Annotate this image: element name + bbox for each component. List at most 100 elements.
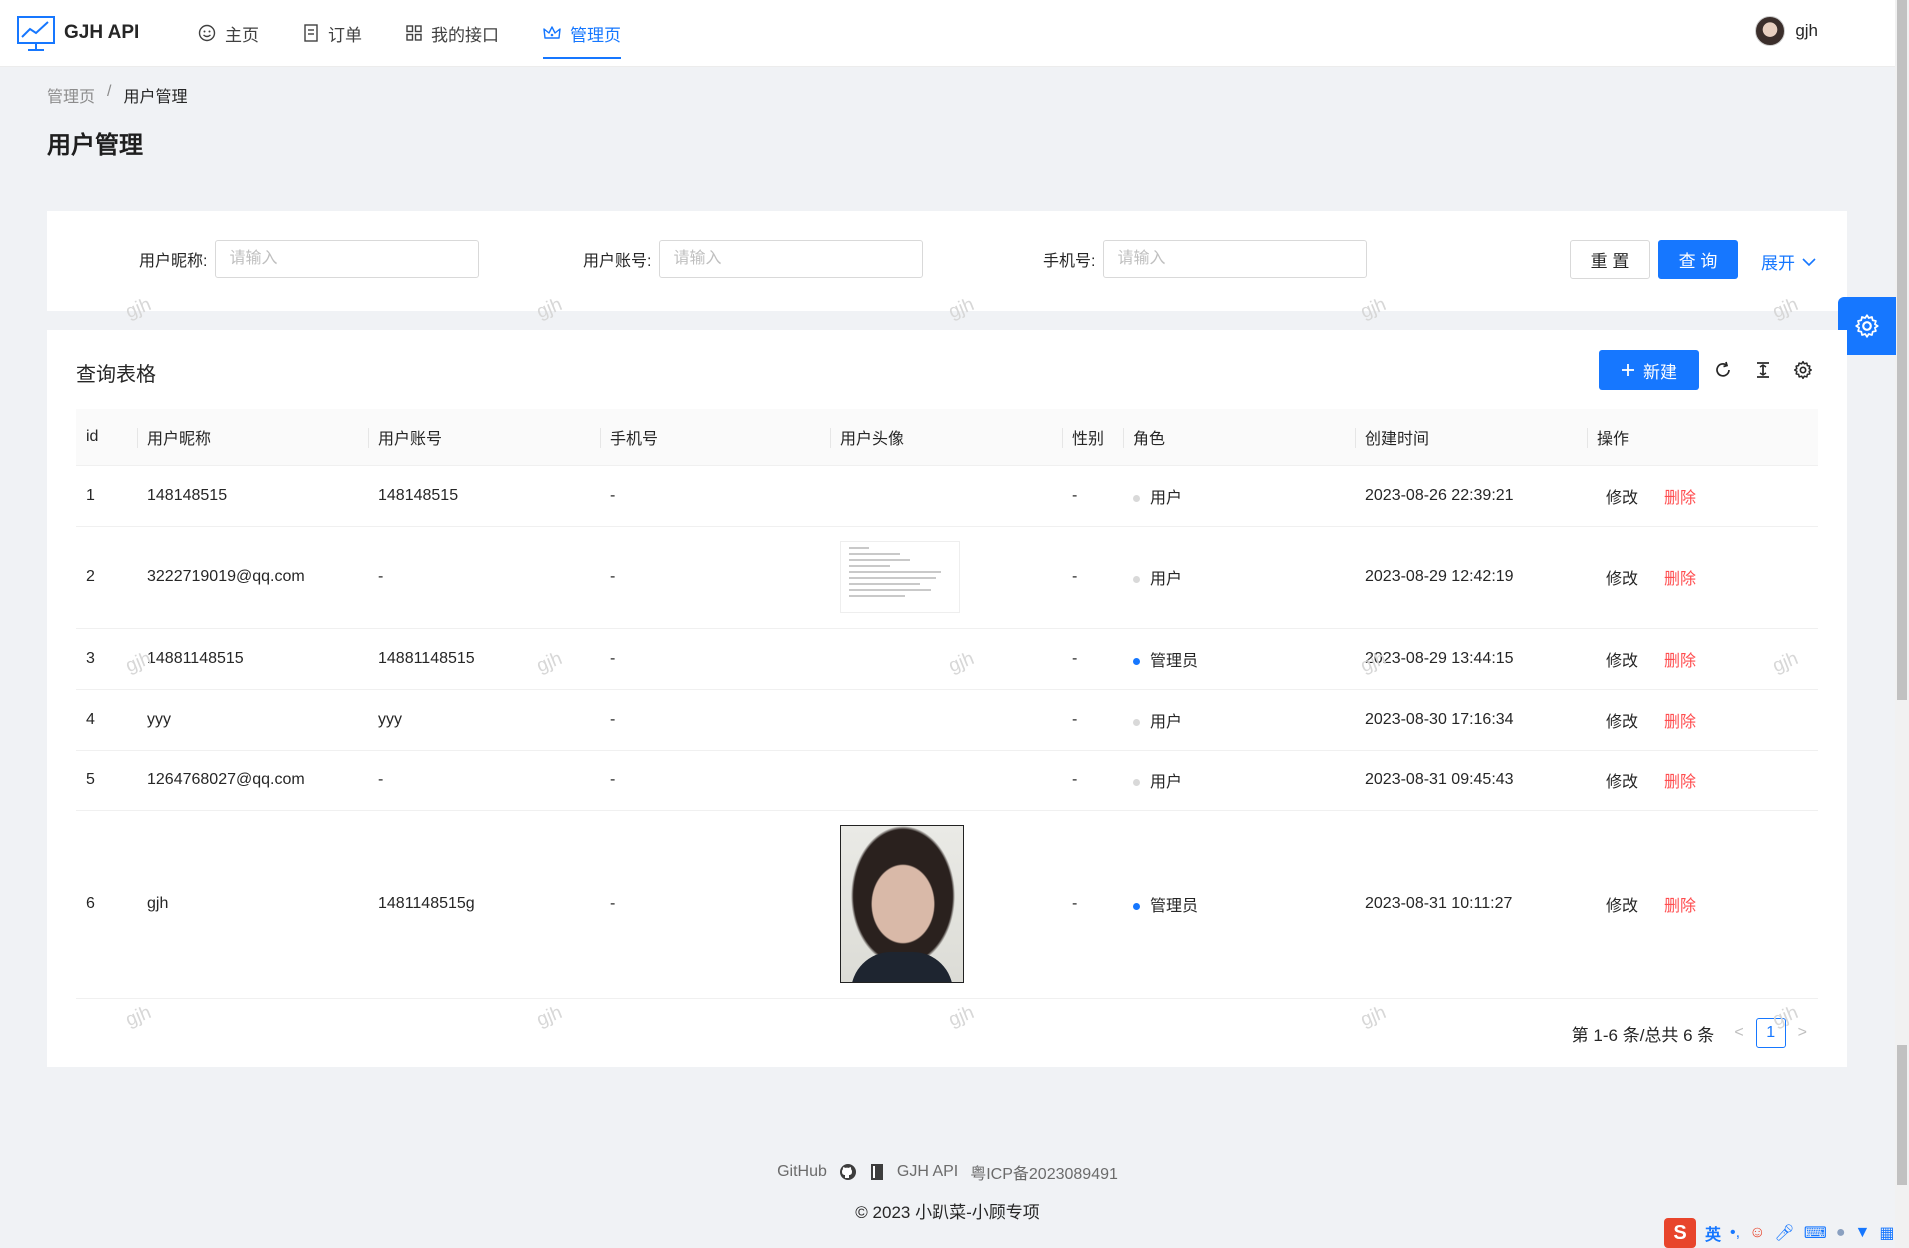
microphone-icon[interactable]: 🎤︎ — [1774, 1223, 1794, 1243]
scrollbar-thumb[interactable] — [1897, 0, 1907, 700]
cell-role: 用户 — [1123, 526, 1355, 629]
nickname-input[interactable] — [215, 240, 480, 278]
cell-id: 2 — [76, 526, 137, 629]
role-dot — [1133, 494, 1140, 502]
pagination: 第 1-6 条/总共 6 条 < 1 > — [1572, 1018, 1807, 1048]
cell-account: 14881148515 — [368, 628, 600, 690]
column-height-icon[interactable] — [1751, 358, 1775, 382]
cell-actions: 修改 删除 — [1587, 689, 1818, 751]
edit-link[interactable]: 修改 — [1606, 898, 1638, 915]
prev-page-icon[interactable]: < — [1734, 1024, 1743, 1042]
toolbox-icon[interactable]: ▦ — [1879, 1223, 1894, 1243]
emoji-icon[interactable]: ☺ — [1749, 1224, 1765, 1242]
col-created[interactable]: 创建时间 — [1355, 409, 1587, 466]
breadcrumb-admin[interactable]: 管理页 — [47, 83, 95, 107]
account-label: 用户账号: — [583, 253, 652, 270]
copyright-icon: © — [855, 1203, 868, 1222]
breadcrumb: 管理页 / 用户管理 — [47, 83, 187, 107]
expand-toggle[interactable]: 展开 — [1761, 249, 1817, 274]
footer-github-link[interactable]: GitHub — [777, 1163, 827, 1181]
edit-link[interactable]: 修改 — [1606, 571, 1638, 588]
expand-label: 展开 — [1761, 254, 1795, 273]
nav-admin[interactable]: 管理页 — [521, 0, 643, 67]
col-role[interactable]: 角色 — [1123, 409, 1355, 466]
sogou-logo-icon[interactable]: S — [1664, 1218, 1696, 1248]
avatar-portrait-photo[interactable] — [840, 825, 964, 983]
nav-orders[interactable]: 订单 — [281, 0, 384, 67]
cell-avatar — [830, 526, 1062, 629]
user-tool-icon[interactable]: ● — [1836, 1224, 1846, 1242]
query-button[interactable]: 查 询 — [1658, 240, 1738, 279]
nav-admin-label: 管理页 — [570, 25, 621, 45]
nav-home[interactable]: 主页 — [176, 0, 281, 67]
col-gender[interactable]: 性别 — [1062, 409, 1123, 466]
keyboard-icon[interactable]: ⌨ — [1804, 1223, 1827, 1243]
delete-link[interactable]: 删除 — [1664, 714, 1696, 731]
new-button[interactable]: 新建 — [1599, 350, 1699, 390]
edit-link[interactable]: 修改 — [1606, 774, 1638, 791]
cell-nickname: gjh — [137, 810, 368, 999]
cell-actions: 修改 删除 — [1587, 526, 1818, 629]
document-icon — [303, 24, 319, 42]
cell-id: 4 — [76, 689, 137, 751]
role-dot — [1133, 718, 1140, 726]
edit-link[interactable]: 修改 — [1606, 714, 1638, 731]
cell-gender: - — [1062, 526, 1123, 629]
cell-account: - — [368, 750, 600, 811]
nav-orders-label: 订单 — [328, 25, 362, 45]
edit-link[interactable]: 修改 — [1606, 653, 1638, 670]
next-page-icon[interactable]: > — [1798, 1024, 1807, 1042]
ime-mode[interactable]: 英 — [1705, 1221, 1721, 1245]
footer-icp-link[interactable]: 粤ICP备2023089491 — [970, 1160, 1118, 1184]
edit-link[interactable]: 修改 — [1606, 490, 1638, 507]
phone-input[interactable] — [1103, 240, 1368, 278]
delete-link[interactable]: 删除 — [1664, 774, 1696, 791]
table-settings-icon[interactable] — [1791, 358, 1815, 382]
col-account[interactable]: 用户账号 — [368, 409, 600, 466]
user-menu[interactable]: gjh — [1755, 16, 1818, 46]
nickname-field: 用户昵称: — [139, 240, 480, 278]
table-row: 4 yyy yyy - - 用户 2023-08-30 17:16:34 修改 删… — [76, 689, 1818, 751]
cell-account: - — [368, 526, 600, 629]
col-phone[interactable]: 手机号 — [600, 409, 830, 466]
page-scrollbar[interactable] — [1895, 0, 1909, 1248]
cell-id: 6 — [76, 810, 137, 999]
cell-role: 用户 — [1123, 750, 1355, 811]
account-input[interactable] — [659, 240, 924, 278]
avatar-document-thumbnail[interactable] — [840, 541, 960, 613]
cell-created: 2023-08-31 10:11:27 — [1355, 810, 1587, 999]
nav-my-apis[interactable]: 我的接口 — [384, 0, 521, 67]
cell-account: 148148515 — [368, 465, 600, 527]
table-row: 3 14881148515 14881148515 - - 管理员 2023-0… — [76, 628, 1818, 690]
brand-logo[interactable]: GJH API — [16, 13, 166, 53]
cell-nickname: 1264768027@qq.com — [137, 750, 368, 811]
user-name: gjh — [1795, 21, 1818, 40]
cell-actions: 修改 删除 — [1587, 628, 1818, 690]
reset-button[interactable]: 重 置 — [1570, 240, 1650, 279]
reload-icon[interactable] — [1711, 358, 1735, 382]
github-icon[interactable] — [839, 1163, 857, 1181]
delete-link[interactable]: 删除 — [1664, 571, 1696, 588]
role-label: 用户 — [1150, 713, 1183, 731]
cell-gender: - — [1062, 750, 1123, 811]
col-avatar[interactable]: 用户头像 — [830, 409, 1062, 466]
punctuation-icon[interactable]: •, — [1730, 1224, 1740, 1242]
col-id[interactable]: id — [76, 409, 137, 466]
breadcrumb-current: 用户管理 — [123, 89, 188, 106]
delete-link[interactable]: 删除 — [1664, 490, 1696, 507]
cell-avatar — [830, 750, 1062, 811]
skin-icon[interactable]: ▼ — [1854, 1224, 1870, 1242]
cell-avatar — [830, 628, 1062, 690]
cell-actions: 修改 删除 — [1587, 465, 1818, 527]
book-icon[interactable] — [869, 1163, 885, 1181]
page-button-current[interactable]: 1 — [1755, 1018, 1786, 1048]
cell-phone: - — [600, 465, 830, 527]
cell-created: 2023-08-31 09:45:43 — [1355, 750, 1587, 811]
cell-avatar — [830, 689, 1062, 751]
delete-link[interactable]: 删除 — [1664, 898, 1696, 915]
scrollbar-thumb-lower[interactable] — [1897, 1045, 1907, 1185]
footer-brand-link[interactable]: GJH API — [897, 1163, 958, 1181]
delete-link[interactable]: 删除 — [1664, 653, 1696, 670]
cell-phone: - — [600, 628, 830, 690]
col-nickname[interactable]: 用户昵称 — [137, 409, 368, 466]
